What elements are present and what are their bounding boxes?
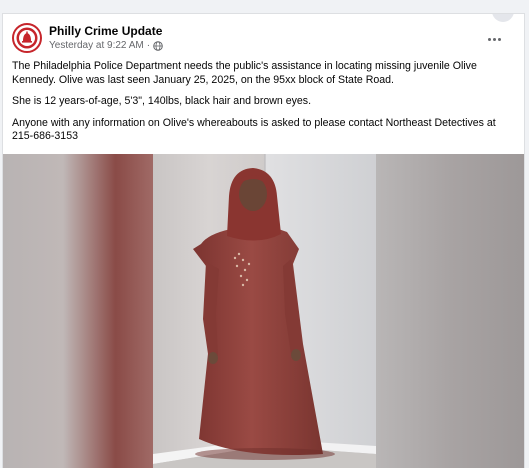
post-header: Philly Crime Update Yesterday at 9:22 AM… [12,23,512,59]
hidden-button[interactable] [492,14,514,22]
post-paragraph: The Philadelphia Police Department needs… [12,60,477,86]
page-name[interactable]: Philly Crime Update [49,24,162,38]
more-options-icon[interactable] [482,31,506,47]
liberty-bell-icon [16,27,38,49]
post-card: Philly Crime Update Yesterday at 9:22 AM… [2,13,525,468]
meta-separator: · [146,40,151,51]
photo-image [3,154,524,468]
post-paragraph: Anyone with any information on Olive's w… [12,116,496,143]
globe-icon [153,40,163,51]
post-body: The Philadelphia Police Department needs… [12,60,517,152]
post-photo[interactable] [3,154,524,468]
post-timestamp[interactable]: Yesterday at 9:22 AM [49,40,144,51]
post-paragraph: She is 12 years-of-age, 5'3", 140lbs, bl… [12,95,312,108]
post-meta: Yesterday at 9:22 AM · [49,40,163,51]
page-avatar[interactable] [12,23,42,53]
